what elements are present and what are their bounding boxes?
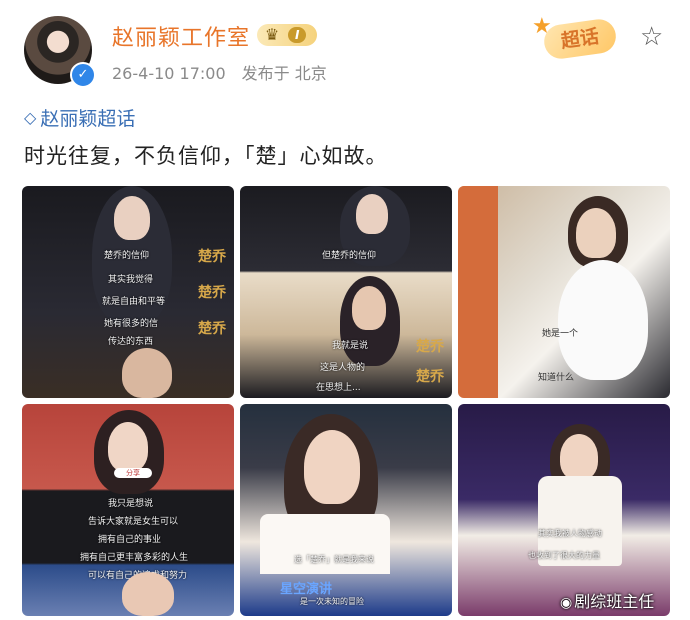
- verified-icon: ✓: [70, 62, 96, 88]
- face: [576, 208, 616, 258]
- caption: 也收到了很大的力量: [528, 551, 600, 560]
- image-2[interactable]: 但楚乔的信仰 我就是说 这是人物的 在思想上... 楚乔 楚乔: [240, 186, 452, 398]
- timestamp: 26-4-10 17:00: [112, 64, 226, 83]
- member-level-badge[interactable]: ♛ I: [257, 24, 317, 46]
- face: [352, 286, 386, 330]
- author-name[interactable]: 赵丽颖工作室: [112, 20, 250, 52]
- caption: 知道什么: [538, 373, 575, 383]
- location: 发布于 北京: [241, 64, 327, 83]
- favorite-star-icon[interactable]: ☆: [640, 22, 663, 52]
- caption: 其实我觉得: [108, 275, 154, 285]
- caption: 传达的东西: [108, 337, 154, 347]
- figure: [260, 514, 390, 574]
- caption: 选「楚乔」就是我来说: [294, 555, 374, 564]
- title-glyph: 楚乔: [198, 321, 226, 337]
- topic-link[interactable]: ◇ 赵丽颖超话: [24, 104, 135, 131]
- figure: [558, 260, 648, 380]
- mic-tag: 分享: [114, 468, 152, 478]
- watermark: ◉ 剧综班主任: [560, 588, 654, 612]
- caption: 是一次未知的冒险: [300, 597, 364, 606]
- title-glyph: 楚乔: [416, 339, 444, 355]
- event-banner: 星空演讲: [280, 582, 333, 597]
- caption: 拥有自己更丰富多彩的人生: [80, 553, 189, 563]
- caption: 其实我被人物感动: [538, 529, 602, 538]
- caption: 我就是说: [332, 341, 369, 351]
- post-meta: 26-4-10 17:00 发布于 北京: [112, 60, 327, 84]
- caption: 这是人物的: [320, 363, 366, 373]
- post-text: 时光往复，不负信仰，「楚」心如故。: [24, 144, 388, 168]
- title-glyph: 楚乔: [198, 285, 226, 301]
- title-glyph: 楚乔: [416, 369, 444, 385]
- level-label: I: [288, 27, 307, 43]
- image-5[interactable]: 选「楚乔」就是我来说 星空演讲 是一次未知的冒险: [240, 404, 452, 616]
- supertopic-badge[interactable]: ★ 超话: [530, 14, 630, 61]
- title-glyph: 楚乔: [198, 249, 226, 265]
- face: [356, 194, 388, 234]
- caption: 在思想上...: [316, 383, 361, 393]
- crown-icon: ♛: [264, 25, 280, 44]
- caption: 告诉大家就是女生可以: [88, 517, 179, 527]
- image-3[interactable]: 她是一个 知道什么: [458, 186, 670, 398]
- image-1[interactable]: 楚乔的信仰 其实我觉得 就是自由和平等 她有很多的信 传达的东西 楚乔 楚乔 楚…: [22, 186, 234, 398]
- topic-label: 赵丽颖超话: [40, 108, 136, 130]
- face: [122, 348, 172, 398]
- background-shape: [458, 186, 498, 398]
- caption: 她有很多的信: [104, 319, 159, 329]
- caption: 楚乔的信仰: [104, 251, 150, 261]
- caption: 她是一个: [542, 329, 579, 339]
- watermark-label: 剧综班主任: [574, 592, 655, 611]
- face: [114, 196, 150, 240]
- caption: 我只是想说: [108, 499, 154, 509]
- diamond-icon: ◇: [24, 108, 37, 127]
- face: [304, 430, 360, 504]
- image-grid: 楚乔的信仰 其实我觉得 就是自由和平等 她有很多的信 传达的东西 楚乔 楚乔 楚…: [22, 186, 670, 620]
- face: [108, 422, 148, 472]
- image-4[interactable]: 分享 我只是想说 告诉大家就是女生可以 拥有自己的事业 拥有自己更丰富多彩的人生…: [22, 404, 234, 616]
- caption: 就是自由和平等: [102, 297, 166, 307]
- face: [560, 434, 598, 480]
- face: [122, 572, 174, 616]
- caption: 拥有自己的事业: [98, 535, 162, 545]
- caption: 但楚乔的信仰: [322, 251, 377, 261]
- supertopic-label: 超话: [541, 17, 619, 61]
- weibo-icon: ◉: [560, 595, 573, 611]
- image-6[interactable]: 其实我被人物感动 也收到了很大的力量: [458, 404, 670, 616]
